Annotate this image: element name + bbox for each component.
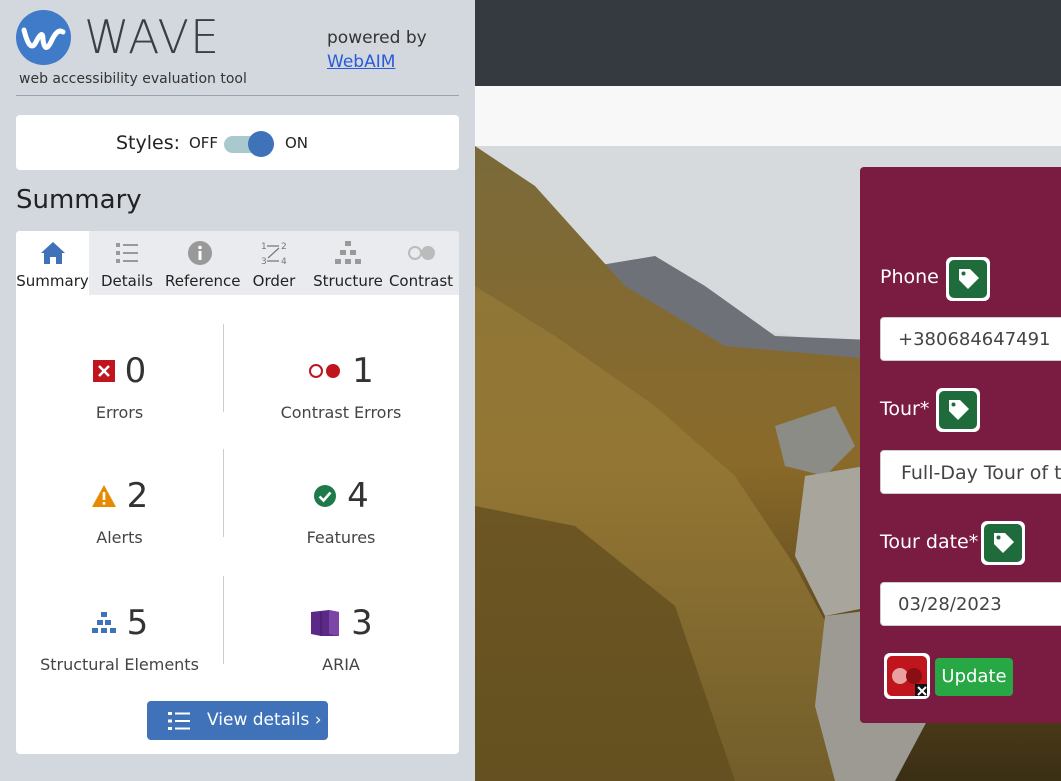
aria-label: ARIA xyxy=(322,655,360,674)
tab-label: Details xyxy=(100,272,153,290)
tag-icon xyxy=(959,269,979,289)
site-header xyxy=(475,0,1061,86)
update-button[interactable]: Update xyxy=(935,658,1013,696)
aria-count: 3 xyxy=(351,603,373,643)
wave-logo-icon xyxy=(16,10,71,65)
tab-label: Summary xyxy=(16,272,89,290)
label-tag-badge[interactable] xyxy=(981,521,1025,565)
toggle-knob[interactable] xyxy=(248,131,274,157)
structure-icon xyxy=(335,241,361,264)
tour-label: Tour* xyxy=(880,398,930,420)
tag-icon xyxy=(949,400,969,420)
tab-label: Order xyxy=(252,272,296,290)
summary-heading: Summary xyxy=(16,185,142,215)
contrast-error-icon xyxy=(309,364,341,378)
styles-on-label: ON xyxy=(285,134,309,152)
info-icon xyxy=(188,241,212,265)
tab-bar: Summary Details Reference 1 2 3 4 Order Str… xyxy=(16,231,459,295)
powered-by-text: powered by xyxy=(327,28,427,48)
contrast-errors-label: Contrast Errors xyxy=(280,403,402,422)
tab-reference[interactable]: Reference xyxy=(165,231,241,295)
tag-icon xyxy=(994,533,1014,553)
features-label: Features xyxy=(306,528,376,547)
tab-structure[interactable]: Structure xyxy=(313,231,383,295)
contrast-icon xyxy=(408,246,435,260)
phone-label: Phone xyxy=(880,266,939,288)
styles-toggle-card: Styles: OFF ON xyxy=(16,115,459,170)
wave-sidebar: WAVE web accessibility evaluation tool p… xyxy=(0,0,475,781)
features-count: 4 xyxy=(347,476,369,516)
list-icon xyxy=(116,243,138,263)
tab-details[interactable]: Details xyxy=(89,231,165,295)
divider xyxy=(16,95,459,96)
svg-text:3: 3 xyxy=(261,257,267,267)
label-tag-badge[interactable] xyxy=(936,388,980,432)
svg-text:2: 2 xyxy=(281,242,287,252)
svg-text:4: 4 xyxy=(281,257,287,267)
styles-label: Styles: xyxy=(116,132,181,154)
page-preview: Phone +380684647491 Tour* Full-Day Tour … xyxy=(475,0,1061,781)
tour-date-input[interactable]: 03/28/2023 xyxy=(880,582,1061,626)
tour-date-label: Tour date* xyxy=(880,531,979,553)
styles-off-label: OFF xyxy=(189,134,219,152)
booking-form: Phone +380684647491 Tour* Full-Day Tour … xyxy=(860,167,1061,723)
webaim-link[interactable]: WebAIM xyxy=(327,52,395,72)
tab-label: Contrast xyxy=(388,272,454,290)
contrast-errors-count: 1 xyxy=(352,351,374,391)
tab-summary[interactable]: Summary xyxy=(16,231,89,295)
error-icon xyxy=(92,360,115,382)
structural-label: Structural Elements xyxy=(40,655,199,674)
view-details-button[interactable]: View details › xyxy=(147,701,328,740)
alert-icon xyxy=(91,485,116,507)
tab-label: Structure xyxy=(313,272,383,290)
svg-text:1: 1 xyxy=(261,242,267,252)
summary-panel: Summary Details Reference 1 2 3 4 Order Str… xyxy=(16,231,459,754)
alerts-label: Alerts xyxy=(96,528,143,547)
view-details-label: View details › xyxy=(207,710,322,730)
list-icon xyxy=(168,712,190,730)
alerts-count: 2 xyxy=(126,476,149,516)
tab-order[interactable]: 1 2 3 4 Order xyxy=(235,231,313,295)
errors-label: Errors xyxy=(95,403,144,422)
order-icon: 1 2 3 4 xyxy=(261,242,287,267)
tab-contrast[interactable]: Contrast xyxy=(383,231,459,295)
wave-tagline: web accessibility evaluation tool xyxy=(19,71,247,87)
contrast-error-badge[interactable] xyxy=(884,653,930,699)
tab-label: Reference xyxy=(165,272,241,290)
structural-count: 5 xyxy=(126,603,149,643)
aria-icon xyxy=(311,610,340,636)
home-icon xyxy=(40,242,65,264)
phone-input[interactable]: +380684647491 xyxy=(880,317,1061,361)
tour-select[interactable]: Full-Day Tour of th xyxy=(880,450,1061,494)
contrast-error-icon xyxy=(892,668,929,698)
site-subheader xyxy=(475,86,1061,147)
structure-icon xyxy=(91,612,116,633)
wave-logo-text: WAVE xyxy=(84,10,221,64)
label-tag-badge[interactable] xyxy=(946,257,990,301)
errors-count: 0 xyxy=(124,351,147,391)
feature-check-icon xyxy=(314,485,337,507)
